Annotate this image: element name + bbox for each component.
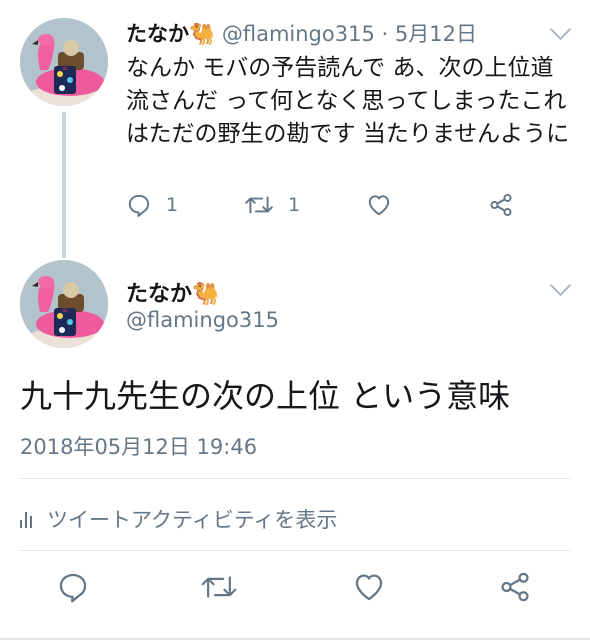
display-name[interactable]: たなか🐫 xyxy=(126,22,215,46)
share-button[interactable] xyxy=(498,570,532,608)
tweet-timestamp: 2018年05月12日 19:46 xyxy=(20,435,258,459)
avatar-image: ∞ xyxy=(20,260,108,348)
svg-text:∞: ∞ xyxy=(62,306,69,315)
heart-icon xyxy=(355,574,383,601)
user-handle[interactable]: @flamingo315 xyxy=(222,22,375,46)
separator: · xyxy=(381,22,389,46)
tweet-text: 九十九先生の次の上位 という意味 xyxy=(20,377,511,415)
thread-line xyxy=(62,112,66,258)
retweet-icon xyxy=(201,576,237,598)
reply-icon xyxy=(128,194,150,217)
retweet-button[interactable]: 1 xyxy=(244,192,300,218)
chevron-down-icon[interactable] xyxy=(549,18,572,41)
reply-count: 1 xyxy=(166,194,179,216)
reply-header: たなか🐫 @flamingo315 · 5月12日 xyxy=(126,18,477,48)
tweet-date[interactable]: 5月12日 xyxy=(395,22,477,46)
retweet-button[interactable] xyxy=(200,570,238,608)
main-tweet: ∞ たなか🐫 @flamingo315 九十九先生の次の上位 という意味 201… xyxy=(0,258,590,640)
heart-icon xyxy=(368,195,390,216)
like-button[interactable] xyxy=(352,570,386,608)
reply-icon xyxy=(59,573,87,603)
share-icon xyxy=(490,193,512,217)
svg-text:∞: ∞ xyxy=(62,64,69,73)
tweet-actions xyxy=(0,570,590,614)
reply-tweet[interactable]: ∞ たなか🐫 @flamingo315 · 5月12日 なんか モバの予告読んで… xyxy=(0,0,590,240)
share-button[interactable] xyxy=(488,192,514,218)
display-name[interactable]: たなか🐫 xyxy=(126,276,219,308)
divider xyxy=(20,550,570,551)
tweet-text: なんか モバの予告読んで あ、次の上位道流さんだ って何となく思ってしまったこれ… xyxy=(126,55,570,147)
retweet-icon xyxy=(245,196,273,214)
retweet-count: 1 xyxy=(288,194,301,216)
like-button[interactable] xyxy=(366,192,392,218)
tweet-activity-link[interactable]: ツイートアクティビティを表示 xyxy=(20,504,337,534)
share-icon xyxy=(501,572,529,602)
bar-chart-icon xyxy=(20,510,35,528)
chevron-down-icon[interactable] xyxy=(549,274,572,297)
reply-button[interactable]: 1 xyxy=(126,192,178,218)
tweet-actions: 1 1 xyxy=(126,192,526,224)
avatar-image: ∞ xyxy=(20,18,108,106)
avatar[interactable]: ∞ xyxy=(20,18,108,106)
reply-button[interactable] xyxy=(56,570,90,608)
user-handle[interactable]: @flamingo315 xyxy=(126,308,279,332)
divider xyxy=(20,478,570,479)
tweet-activity-label: ツイートアクティビティを表示 xyxy=(47,508,338,532)
avatar[interactable]: ∞ xyxy=(20,260,108,348)
